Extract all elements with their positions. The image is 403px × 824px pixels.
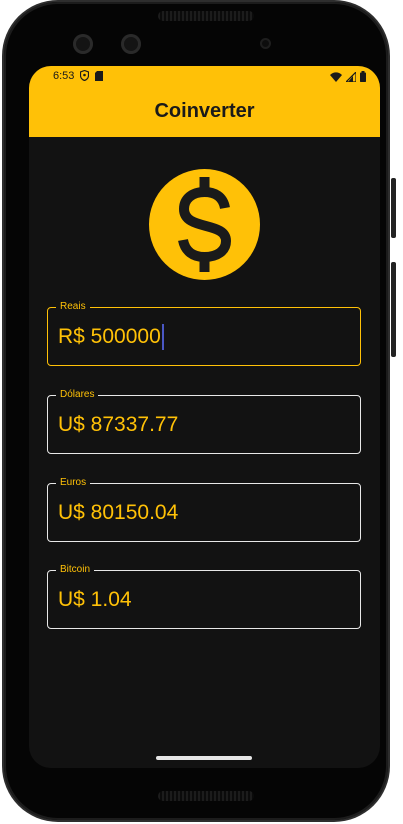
dolares-input[interactable]: U$ 87337.77	[58, 412, 178, 438]
reais-field-label: Reais	[56, 301, 90, 313]
power-button	[391, 178, 396, 238]
cell-signal-icon	[346, 71, 356, 82]
status-time: 6:53	[53, 70, 75, 82]
status-right-icons	[330, 71, 366, 82]
home-gesture-bar[interactable]	[156, 756, 252, 760]
volume-button	[391, 262, 396, 357]
reais-input-value: R$ 500000	[58, 325, 161, 348]
text-cursor	[161, 324, 164, 350]
status-left-icons	[80, 70, 103, 81]
app-screen: 6:53 Coinverter Reais R$ 500000 Dólares …	[29, 66, 380, 768]
dollar-coin-icon	[149, 169, 260, 280]
dolares-field-label: Dólares	[56, 389, 99, 401]
euros-field-label: Euros	[56, 477, 91, 489]
sd-card-icon	[95, 70, 103, 81]
app-bar: 6:53 Coinverter	[29, 66, 380, 137]
dolares-field[interactable]: Dólares U$ 87337.77	[47, 389, 361, 454]
front-camera-icon	[73, 34, 93, 54]
status-bar: 6:53	[29, 66, 380, 88]
phone-frame: 6:53 Coinverter Reais R$ 500000 Dólares …	[4, 2, 388, 820]
reais-field[interactable]: Reais R$ 500000	[47, 301, 361, 366]
proximity-sensor-icon	[260, 38, 271, 49]
bitcoin-input[interactable]: U$ 1.04	[58, 587, 132, 613]
euros-input[interactable]: U$ 80150.04	[58, 500, 178, 526]
front-camera-icon	[121, 34, 141, 54]
earpiece-speaker	[158, 11, 254, 21]
euros-field[interactable]: Euros U$ 80150.04	[47, 477, 361, 542]
reais-input[interactable]: R$ 500000	[58, 324, 164, 350]
shield-icon	[80, 70, 89, 81]
bitcoin-field-label: Bitcoin	[56, 564, 95, 576]
app-title: Coinverter	[154, 100, 255, 122]
bitcoin-field[interactable]: Bitcoin U$ 1.04	[47, 564, 361, 629]
wifi-icon	[330, 71, 342, 82]
bottom-speaker	[158, 791, 254, 801]
battery-icon	[360, 71, 366, 82]
